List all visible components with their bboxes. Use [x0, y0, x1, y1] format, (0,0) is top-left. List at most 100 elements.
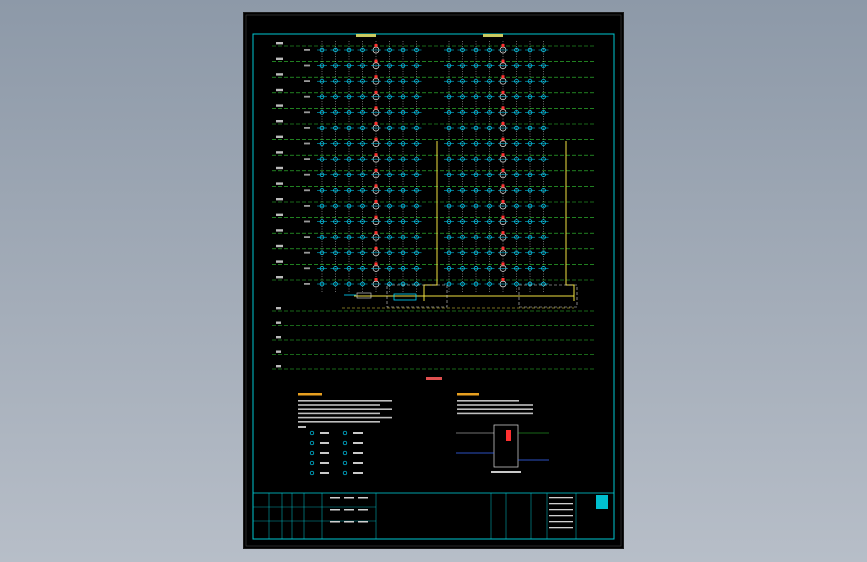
- marker: [501, 106, 505, 110]
- floor-name-mark: [304, 236, 310, 238]
- detail-caption: [491, 471, 521, 473]
- cad-viewport[interactable]: [0, 0, 867, 562]
- floor-label-mark: [276, 151, 283, 154]
- marker: [374, 106, 378, 110]
- note-line: [298, 404, 380, 406]
- floor-name-mark: [304, 173, 310, 176]
- legend-text: [353, 472, 363, 474]
- marker: [506, 430, 511, 441]
- title-block-text: [549, 503, 573, 505]
- legend-text: [353, 432, 363, 434]
- marker: [501, 44, 505, 47]
- marker: [374, 137, 378, 141]
- equipment-icon: [393, 293, 417, 301]
- floor-label-mark: [276, 88, 283, 92]
- notes-right: [456, 393, 549, 473]
- marker: [374, 184, 378, 188]
- valve-icon: [342, 450, 348, 456]
- legend-text: [320, 472, 329, 474]
- marker: [501, 278, 505, 281]
- floor-name-mark: [304, 283, 310, 285]
- floor-name-mark: [304, 95, 310, 98]
- title-block-text: [344, 521, 354, 523]
- valve-icon: [309, 440, 315, 446]
- marker: [374, 246, 378, 250]
- floor-name-mark: [304, 158, 310, 160]
- legend-text: [353, 442, 363, 444]
- marker: [374, 168, 378, 172]
- title-block-text: [330, 497, 340, 499]
- marker: [501, 137, 505, 141]
- marker: [374, 200, 378, 203]
- floor-lines: [272, 42, 596, 370]
- drawing-sheet: [244, 13, 623, 548]
- marker: [374, 59, 378, 63]
- marker: [501, 215, 505, 219]
- floor-name-mark: [304, 127, 310, 129]
- valve-icon: [309, 430, 315, 436]
- section-title-mark: [426, 377, 442, 380]
- title-block-text: [358, 521, 368, 523]
- sheet-border: [245, 14, 622, 547]
- floor-label-mark: [276, 350, 281, 353]
- valve-icon: [342, 440, 348, 446]
- title-block-text: [549, 509, 573, 511]
- floor-label-mark: [276, 307, 281, 310]
- floor-name-mark: [304, 111, 310, 114]
- legend-text: [320, 462, 329, 464]
- title-block-text: [330, 509, 340, 511]
- notes-left: [298, 393, 392, 476]
- notes-title-mark: [298, 393, 322, 396]
- marker: [501, 200, 505, 203]
- floor-name-mark: [304, 142, 310, 145]
- floor-name-mark: [304, 49, 310, 51]
- marker: [501, 90, 505, 94]
- floor-name-mark: [304, 220, 310, 223]
- valve-icon: [309, 450, 315, 456]
- legend-title-mark: [298, 426, 306, 428]
- floor-label-mark: [276, 276, 283, 279]
- legend-text: [353, 462, 363, 464]
- marker: [501, 246, 505, 250]
- floor-label-mark: [276, 42, 283, 45]
- note-line: [298, 416, 392, 419]
- floor-label-mark: [276, 166, 283, 170]
- drawing-frame: [252, 33, 615, 540]
- marker: [374, 262, 378, 266]
- riser-pipe: [423, 141, 438, 301]
- valve-icon: [309, 460, 315, 466]
- note-line: [298, 421, 380, 423]
- floor-label-mark: [276, 57, 283, 60]
- title-block-text: [549, 515, 573, 517]
- floor-label-mark: [276, 135, 283, 138]
- marker: [501, 153, 505, 157]
- title-logo-icon: [596, 495, 608, 509]
- riser-system: [317, 34, 422, 292]
- title-block: [252, 492, 615, 540]
- note-line: [457, 400, 519, 402]
- floor-label-mark: [276, 336, 281, 339]
- floor-name-mark: [304, 251, 310, 254]
- note-line: [298, 400, 392, 402]
- marker: [374, 231, 378, 235]
- note-line: [457, 408, 533, 410]
- floor-label-mark: [276, 244, 283, 248]
- floor-name-mark: [304, 267, 310, 270]
- floor-label-mark: [276, 182, 283, 185]
- valve-icon: [342, 460, 348, 466]
- system-title-mark: [483, 34, 503, 37]
- title-block-text: [549, 527, 573, 529]
- riser-pipe: [565, 141, 575, 301]
- note-line: [457, 412, 533, 415]
- valve-icon: [342, 430, 348, 436]
- title-block-text: [358, 497, 368, 499]
- notes-title-mark: [457, 393, 479, 396]
- floor-label-mark: [276, 260, 283, 263]
- floor-name-mark: [304, 189, 310, 192]
- marker: [374, 215, 378, 219]
- floor-label-mark: [276, 104, 283, 107]
- equipment-icon: [356, 292, 372, 299]
- marker: [501, 184, 505, 188]
- marker: [374, 75, 378, 79]
- floor-label-mark: [276, 365, 281, 368]
